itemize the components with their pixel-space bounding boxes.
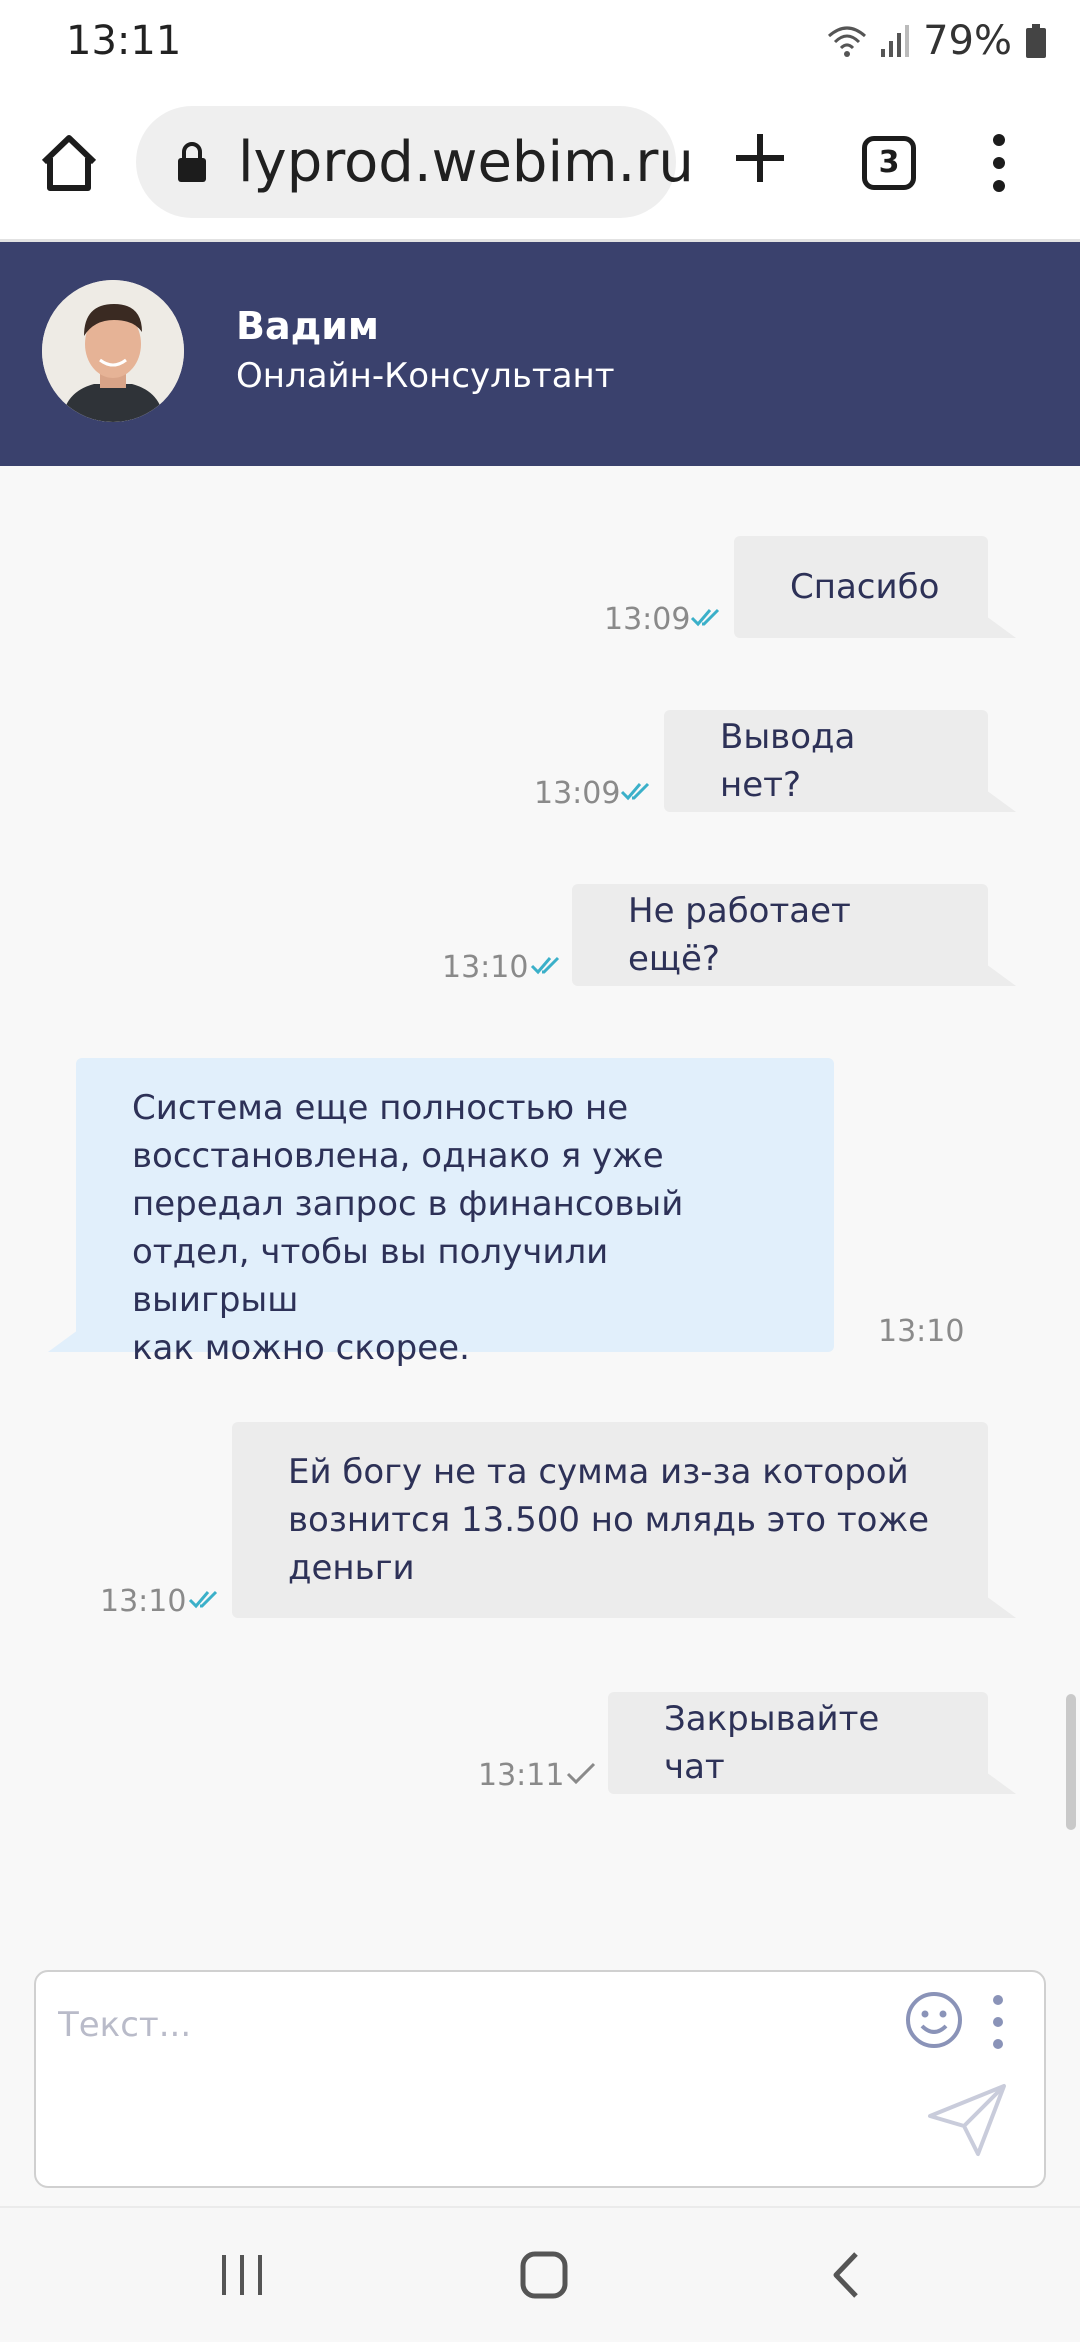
signal-icon	[881, 25, 910, 57]
home-icon	[41, 135, 97, 191]
message-time: 13:09	[534, 776, 621, 811]
message-text: передал запрос в финансовый	[132, 1184, 684, 1224]
chat-header: Вадим Онлайн-Консультант	[0, 242, 1080, 466]
battery-percent: 79%	[923, 18, 1012, 64]
message-composer	[34, 1970, 1046, 2188]
recents-icon	[222, 2255, 262, 2295]
agent-name: Вадим	[236, 304, 379, 348]
system-nav-bar	[0, 2206, 1080, 2340]
send-icon	[928, 2084, 1006, 2156]
message-text: как можно скорее.	[132, 1328, 470, 1368]
battery-icon	[1026, 24, 1046, 58]
agent-role: Онлайн-Консультант	[236, 356, 615, 396]
message-bubble: Ей богу не та сумма из-за которой вознит…	[232, 1422, 1016, 1618]
read-ticks-icon	[690, 608, 720, 627]
scrollbar[interactable]	[1066, 1694, 1076, 1830]
wifi-icon	[828, 26, 867, 57]
nav-home-button[interactable]	[484, 2208, 604, 2342]
message-text: деньги	[288, 1548, 415, 1588]
back-icon	[833, 2252, 858, 2298]
message-time: 13:10	[100, 1584, 187, 1619]
message-time: 13:11	[478, 1758, 565, 1793]
message-text: восстановлена, однако я уже	[132, 1136, 664, 1176]
message-text: Система еще полностью не	[132, 1088, 629, 1128]
nav-home-icon	[520, 2251, 568, 2299]
agent-avatar	[42, 280, 184, 422]
recents-button[interactable]	[182, 2208, 302, 2342]
status-bar: 13:11 79%	[0, 0, 1080, 84]
message-bubble-incoming: Система еще полностью не восстановлена, …	[48, 1058, 834, 1368]
emoji-button[interactable]	[904, 1990, 964, 2050]
read-ticks-icon	[530, 956, 560, 975]
message-bubble: Закрывайте чат	[608, 1692, 1016, 1794]
plus-icon	[736, 134, 784, 182]
composer-more-button[interactable]	[988, 1992, 1008, 2052]
tabs-button[interactable]: 3	[862, 136, 916, 190]
message-time: 13:10	[442, 950, 529, 985]
home-button[interactable]	[36, 130, 102, 196]
message-text: отдел, чтобы вы получили выигрыш	[132, 1232, 609, 1320]
message-text: Спасибо	[790, 567, 940, 607]
new-tab-button[interactable]	[730, 128, 790, 188]
address-bar[interactable]: lyprod.webim.ru	[136, 106, 694, 218]
status-icons: 79%	[827, 18, 1046, 64]
more-vertical-icon	[993, 1995, 1003, 2049]
back-button[interactable]	[786, 2208, 906, 2342]
url-text: lyprod.webim.ru	[238, 130, 694, 195]
kebab-menu-icon	[993, 134, 1005, 192]
emoji-icon	[906, 1992, 962, 2048]
message-text: Вывода нет?	[720, 717, 856, 805]
message-time: 13:10	[878, 1314, 965, 1349]
message-bubble: Спасибо	[734, 536, 1016, 638]
lock-icon	[178, 142, 206, 182]
message-bubble: Не работает ещё?	[572, 884, 1016, 986]
send-button[interactable]	[926, 2082, 1008, 2158]
read-ticks-icon	[188, 1590, 218, 1609]
message-text: Ей богу не та сумма из-за которой	[288, 1452, 909, 1492]
sent-tick-icon	[566, 1762, 596, 1784]
message-bubble: Вывода нет?	[664, 710, 1016, 812]
browser-menu-button[interactable]	[984, 130, 1014, 196]
message-text: Не работает ещё?	[628, 891, 851, 979]
message-text: Закрывайте чат	[664, 1699, 880, 1787]
status-time: 13:11	[66, 18, 182, 64]
message-time: 13:09	[604, 602, 691, 637]
message-input[interactable]	[58, 1990, 898, 2060]
read-ticks-icon	[620, 782, 650, 801]
browser-toolbar: lyprod.webim.ru 3	[0, 84, 1080, 242]
message-text: вознится 13.500 но млядь это тоже	[288, 1500, 930, 1540]
